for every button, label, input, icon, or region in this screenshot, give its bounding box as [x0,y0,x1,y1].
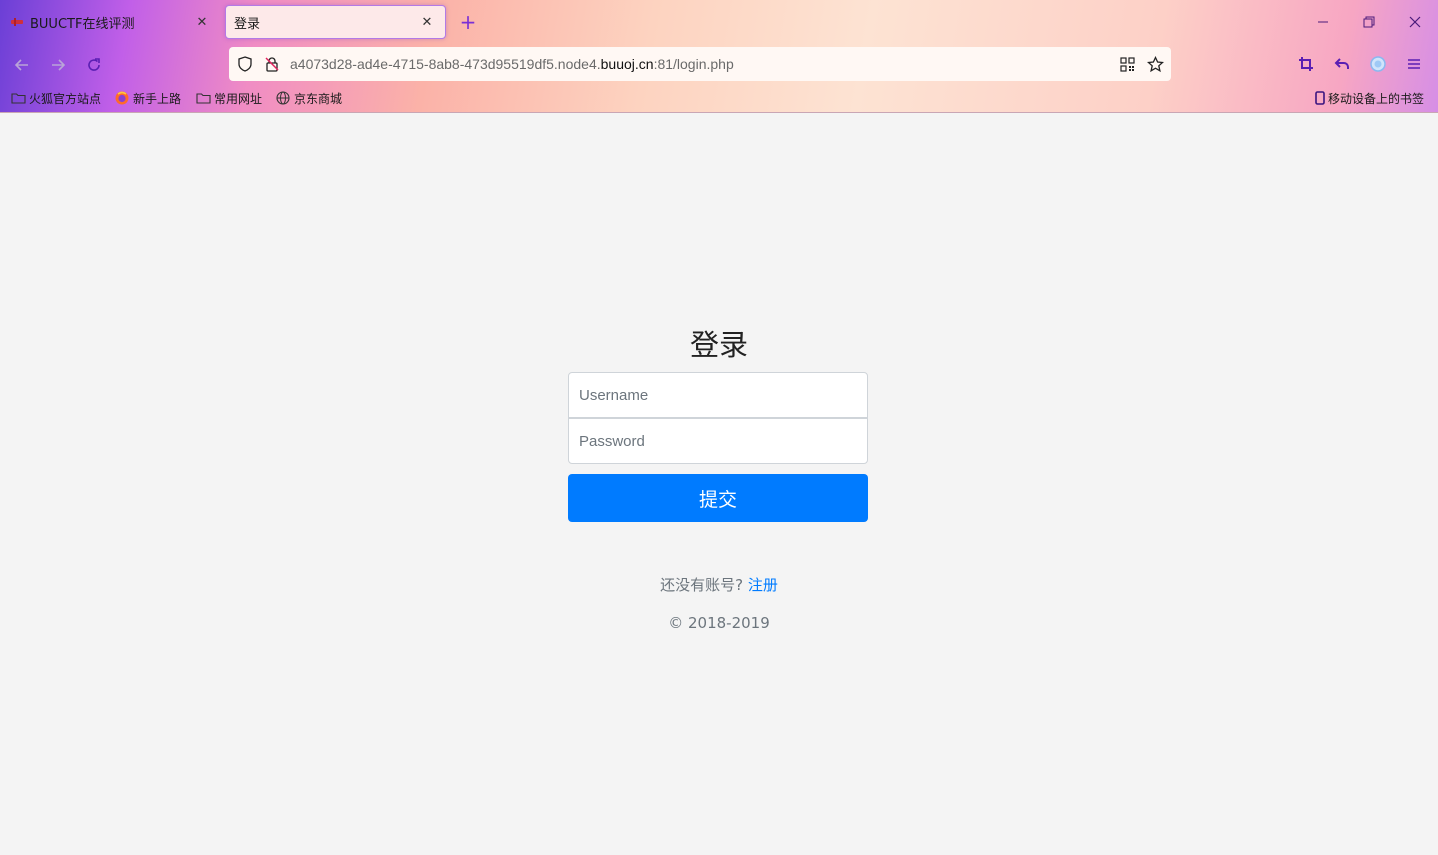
insecure-lock-icon[interactable] [263,55,281,73]
navigation-bar: a4073d28-ad4e-4715-8ab8-473d95519df5.nod… [0,44,1438,84]
copyright: © 2018-2019 [668,614,770,632]
register-link[interactable]: 注册 [748,576,778,594]
close-window-icon[interactable] [1401,8,1429,36]
tab-close-icon[interactable]: ✕ [417,12,437,32]
shield-icon[interactable] [236,55,254,73]
browser-chrome: BUUCTF在线评测 ✕ 登录 ✕ + a4073d28-ad4e-4715-8… [0,0,1438,113]
password-input[interactable] [568,418,868,464]
tab-login[interactable]: 登录 ✕ [225,5,446,39]
undo-icon[interactable] [1331,53,1353,75]
new-tab-icon[interactable]: + [456,10,480,34]
menu-icon[interactable] [1403,53,1425,75]
mobile-bookmarks[interactable]: 移动设备上的书签 [1314,88,1424,108]
back-icon[interactable] [9,52,35,78]
firefox-icon [114,91,130,105]
url-bar[interactable]: a4073d28-ad4e-4715-8ab8-473d95519df5.nod… [229,47,1171,81]
extension-icon[interactable] [1367,53,1389,75]
submit-button[interactable]: 提交 [568,474,868,522]
folder-icon [10,91,26,105]
url-text[interactable]: a4073d28-ad4e-4715-8ab8-473d95519df5.nod… [290,56,734,72]
tab-bar: BUUCTF在线评测 ✕ 登录 ✕ + [0,0,1438,44]
username-input[interactable] [568,372,868,418]
bookmark-item[interactable]: 火狐官方站点 [10,88,101,108]
globe-icon [275,91,291,105]
tab-close-icon[interactable]: ✕ [192,12,212,32]
buuctf-favicon-icon [10,17,24,27]
minimize-icon[interactable] [1309,8,1337,36]
page-content: 登录 提交 还没有账号? 注册 © 2018-2019 [0,113,1438,855]
bookmark-star-icon[interactable] [1146,55,1164,73]
bookmark-item[interactable]: 新手上路 [114,88,181,108]
bookmarks-toolbar: 火狐官方站点 新手上路 常用网址 京东商城 移动设备上的书签 [0,86,1438,110]
register-prompt: 还没有账号? 注册 [660,576,778,594]
qr-code-icon[interactable] [1118,55,1136,73]
bookmark-item[interactable]: 京东商城 [275,88,342,108]
page-title: 登录 [689,328,748,362]
mobile-device-icon [1314,91,1326,105]
forward-icon[interactable] [45,52,71,78]
folder-icon [195,91,211,105]
tab-title: 登录 [234,16,261,32]
reload-icon[interactable] [81,52,107,78]
restore-icon[interactable] [1355,8,1383,36]
screenshot-crop-icon[interactable] [1295,53,1317,75]
tab-buuctf[interactable]: BUUCTF在线评测 ✕ [2,5,220,39]
bookmark-item[interactable]: 常用网址 [195,88,262,108]
tab-title: BUUCTF在线评测 [30,16,135,32]
